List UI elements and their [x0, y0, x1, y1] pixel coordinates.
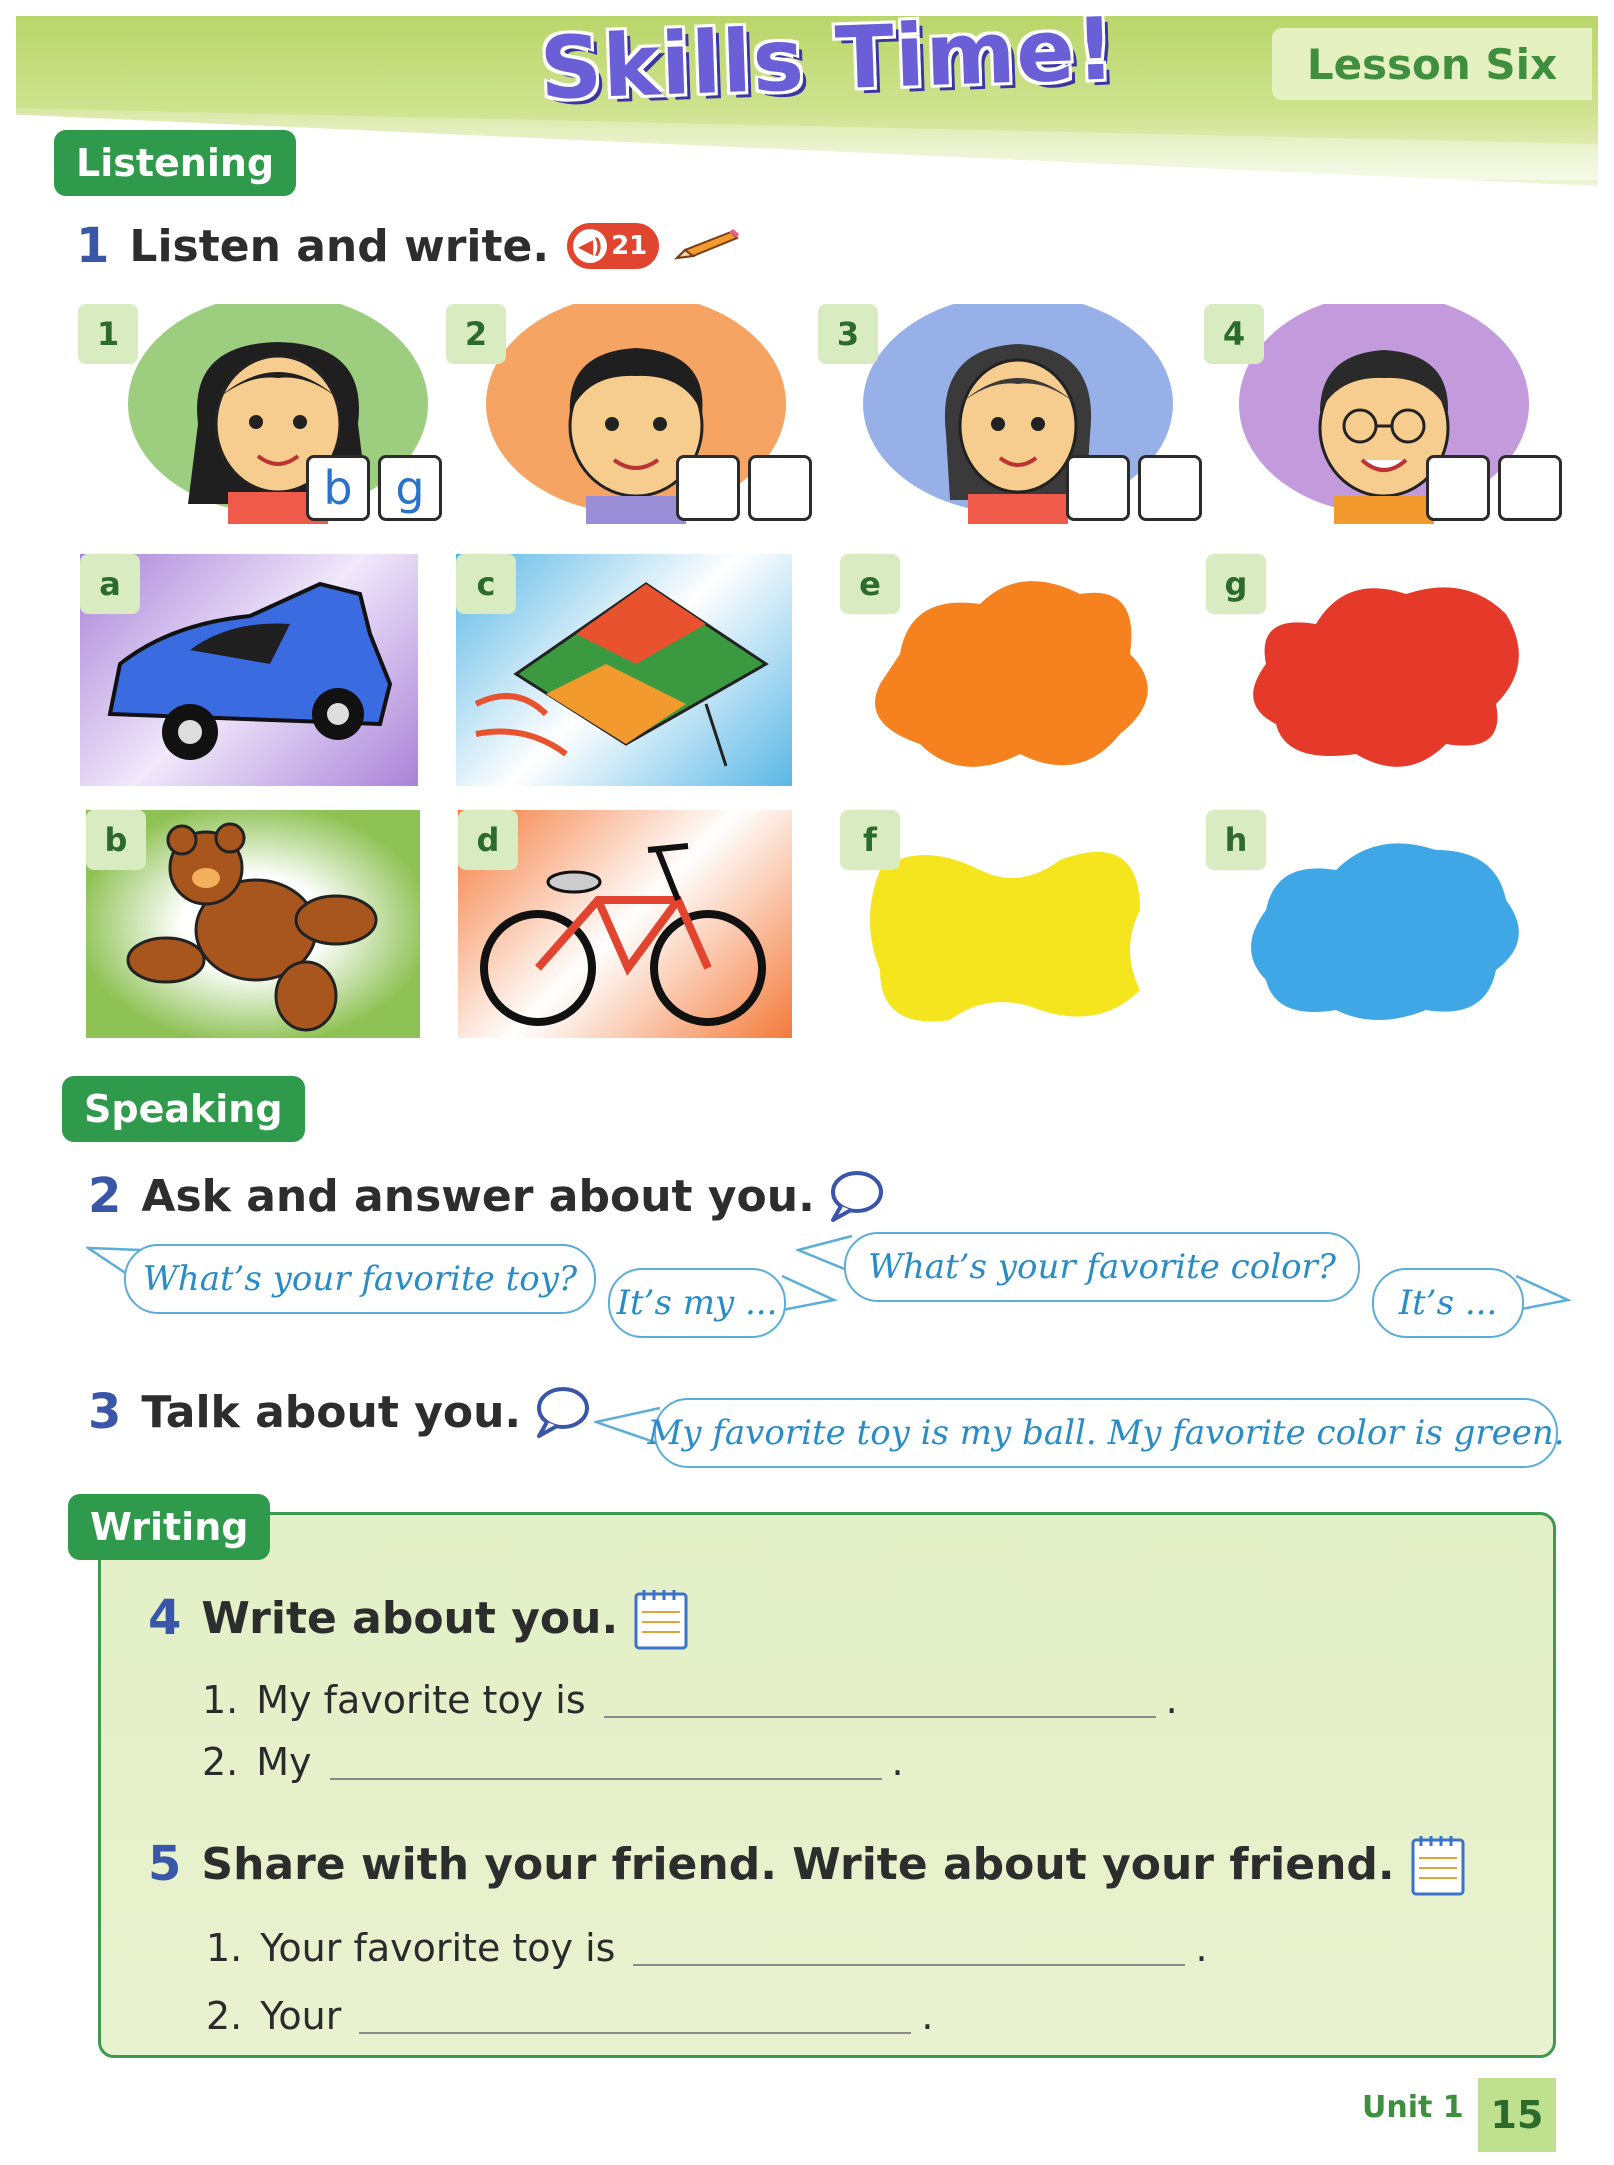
line-number: 1.: [206, 1926, 243, 1970]
speech-bubble-answer-color: It’s ...: [1372, 1268, 1524, 1338]
audio-track-number: 21: [611, 231, 648, 261]
answer-box[interactable]: [748, 455, 812, 521]
exercise-2-header: 2 Ask and answer about you.: [88, 1168, 885, 1224]
answer-box[interactable]: [1426, 455, 1490, 521]
line-number: 1.: [202, 1678, 239, 1722]
writing-line: 1. Your favorite toy is .: [206, 1926, 1208, 1970]
line-number: 2.: [202, 1740, 239, 1784]
item-card-car: a: [80, 554, 418, 786]
item-label: f: [840, 810, 900, 870]
answer-box[interactable]: [1066, 455, 1130, 521]
lesson-tag: Lesson Six: [1272, 28, 1592, 100]
answer-box[interactable]: [676, 455, 740, 521]
answer-blank[interactable]: [633, 1926, 1186, 1966]
kid-label: 1: [78, 304, 138, 364]
speech-bubble-question-color: What’s your favorite color?: [844, 1232, 1360, 1302]
kid-label: 4: [1204, 304, 1264, 364]
item-label: d: [458, 810, 518, 870]
item-card-color-e: e: [840, 554, 1180, 786]
item-card-teddy-bear: b: [86, 810, 420, 1038]
exercise-instruction: Write about you.: [201, 1592, 619, 1644]
exercise-number: 4: [148, 1590, 182, 1646]
exercise-1-header: 1 Listen and write. ◀) 21: [76, 218, 741, 274]
item-label: g: [1206, 554, 1266, 614]
exercise-3-header: 3 Talk about you.: [88, 1384, 591, 1440]
page-number: 15: [1478, 2078, 1556, 2152]
item-label: b: [86, 810, 146, 870]
exercise-instruction: Listen and write.: [129, 220, 550, 272]
section-tab-listening: Listening: [54, 130, 297, 196]
page-title: Skills Time!: [538, 0, 1118, 120]
item-card-color-f: f: [840, 810, 1180, 1038]
speech-bubble-icon: [537, 1387, 590, 1438]
exercise-number: 5: [148, 1836, 182, 1892]
line-number: 2.: [206, 1994, 243, 2038]
answer-box[interactable]: b: [306, 455, 370, 521]
kid-label: 2: [446, 304, 506, 364]
item-card-color-h: h: [1206, 810, 1546, 1038]
speaker-icon: ◀): [573, 229, 608, 263]
answer-box[interactable]: [1138, 455, 1202, 521]
speech-bubble-example: My favorite toy is my ball. My favorite …: [647, 1398, 1565, 1468]
item-label: a: [80, 554, 140, 614]
exercise-instruction: Talk about you.: [141, 1386, 522, 1438]
answer-box[interactable]: g: [378, 455, 442, 521]
answer-box[interactable]: [1498, 455, 1562, 521]
item-card-kite: c: [456, 554, 792, 786]
item-label: e: [840, 554, 900, 614]
writing-line: 1. My favorite toy is .: [202, 1678, 1178, 1722]
line-prompt: Your: [260, 1994, 342, 2038]
answer-blank[interactable]: [603, 1678, 1156, 1718]
exercise-number: 1: [76, 218, 110, 274]
exercise-number: 3: [88, 1384, 122, 1440]
answer-blank[interactable]: [329, 1740, 882, 1780]
exercise-instruction: Share with your friend. Write about your…: [201, 1838, 1395, 1890]
item-label: c: [456, 554, 516, 614]
writing-line: 2. Your .: [206, 1994, 933, 2038]
speech-bubble-question-toy: What’s your favorite toy?: [124, 1244, 596, 1314]
item-label: h: [1206, 810, 1266, 870]
line-period: .: [921, 1994, 934, 2038]
line-period: .: [891, 1740, 904, 1784]
exercise-instruction: Ask and answer about you.: [141, 1170, 815, 1222]
line-prompt: My: [256, 1740, 312, 1784]
notepad-icon: [634, 1590, 688, 1650]
speech-bubble-answer-toy: It’s my ...: [608, 1268, 786, 1338]
exercise-number: 2: [88, 1168, 122, 1224]
line-period: .: [1165, 1678, 1178, 1722]
notepad-icon: [1411, 1836, 1465, 1896]
item-card-color-g: g: [1206, 554, 1546, 786]
section-tab-writing: Writing: [68, 1494, 271, 1560]
line-period: .: [1195, 1926, 1208, 1970]
unit-label: Unit 1: [1362, 2090, 1464, 2125]
item-card-bicycle: d: [458, 810, 792, 1038]
section-tab-speaking: Speaking: [62, 1076, 305, 1142]
line-prompt: My favorite toy is: [256, 1678, 586, 1722]
speech-bubble-icon: [830, 1171, 883, 1222]
writing-line: 2. My .: [202, 1740, 904, 1784]
audio-track-badge[interactable]: ◀) 21: [567, 223, 660, 269]
exercise-4-header: 4 Write about you.: [148, 1584, 692, 1652]
line-prompt: Your favorite toy is: [260, 1926, 616, 1970]
pencil-icon: [674, 229, 740, 260]
exercise-5-header: 5 Share with your friend. Write about yo…: [148, 1830, 1469, 1898]
answer-blank[interactable]: [359, 1994, 912, 2034]
kid-label: 3: [818, 304, 878, 364]
